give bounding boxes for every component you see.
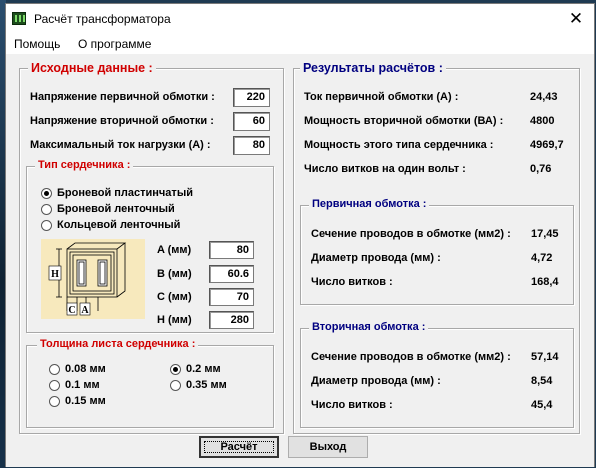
primary-voltage-input[interactable]: 220 (233, 88, 270, 107)
result-secondary-power-label: Мощность вторичной обмотки (ВА) : (304, 115, 504, 127)
sheet-0-1-radio[interactable] (49, 380, 60, 391)
core-ring-tape-radio[interactable] (41, 220, 52, 231)
sheet-0-35-label: 0.35 мм (186, 379, 227, 391)
results-group: Результаты расчётов : Ток первичной обмо… (293, 61, 580, 434)
results-group-title: Результаты расчётов : (300, 61, 446, 75)
core-type-title: Тип сердечника : (35, 159, 134, 171)
sheet-0-2-radio[interactable] (170, 364, 181, 375)
core-diagram-drawing: H C A (48, 242, 127, 316)
core-diagram: H C A (41, 239, 145, 319)
close-icon[interactable]: ✕ (566, 9, 586, 29)
dim-b-label: B (мм) (157, 268, 192, 280)
calculate-button[interactable]: Расчёт (199, 436, 279, 458)
diagram-label-c: C (68, 305, 75, 316)
core-armored-plate-label: Броневой пластинчатый (57, 187, 193, 199)
primary-wire-diameter-value: 4,72 (531, 252, 553, 264)
secondary-wire-section-value: 57,14 (531, 351, 559, 363)
primary-voltage-label: Напряжение первичной обмотки : (30, 91, 215, 103)
secondary-voltage-label: Напряжение вторичной обмотки : (30, 115, 214, 127)
primary-turns-value: 168,4 (531, 276, 559, 288)
result-core-power-label: Мощность этого типа сердечника : (304, 139, 494, 151)
app-icon (12, 12, 26, 25)
secondary-winding-group: Вторичная обмотка : Сечение проводов в о… (300, 321, 574, 428)
result-secondary-power-value: 4800 (530, 115, 555, 127)
core-ring-tape-label: Кольцевой ленточный (57, 219, 181, 231)
menu-bar: Помощь О программе (6, 34, 594, 54)
dim-h-input[interactable]: 280 (209, 311, 254, 329)
sheet-thickness-group: Толщина листа сердечника : 0.08 мм 0.1 м… (26, 338, 274, 428)
secondary-wire-diameter-label: Диаметр провода (мм) : (311, 375, 441, 387)
max-current-input[interactable]: 80 (233, 136, 270, 155)
menu-help[interactable]: Помощь (14, 37, 60, 51)
sheet-0-2-label: 0.2 мм (186, 363, 221, 375)
sheet-0-15-radio[interactable] (49, 396, 60, 407)
exit-button-label: Выход (309, 441, 347, 453)
primary-turns-label: Число витков : (311, 276, 393, 288)
secondary-turns-label: Число витков : (311, 399, 393, 411)
primary-winding-group: Первичная обмотка : Сечение проводов в о… (300, 198, 574, 305)
core-armored-tape-label: Броневой ленточный (57, 203, 175, 215)
dim-a-label: A (мм) (157, 244, 192, 256)
dim-a-input[interactable]: 80 (209, 241, 254, 259)
sheet-thickness-title: Толщина листа сердечника : (37, 338, 199, 350)
dim-c-label: C (мм) (157, 291, 192, 303)
secondary-wire-diameter-value: 8,54 (531, 375, 553, 387)
primary-winding-title: Первичная обмотка : (309, 198, 430, 210)
input-group-title: Исходные данные : (28, 61, 156, 75)
window-title: Расчёт трансформатора (34, 12, 171, 26)
app-window: Расчёт трансформатора ✕ Помощь О програм… (5, 3, 595, 467)
diagram-label-h: H (51, 269, 59, 280)
dim-b-input[interactable]: 60.6 (209, 265, 254, 283)
result-primary-current-value: 24,43 (530, 91, 558, 103)
primary-wire-diameter-label: Диаметр провода (мм) : (311, 252, 441, 264)
secondary-winding-title: Вторичная обмотка : (309, 321, 429, 333)
core-armored-tape-radio[interactable] (41, 204, 52, 215)
diagram-label-a: A (81, 305, 89, 316)
sheet-0-15-label: 0.15 мм (65, 395, 106, 407)
secondary-voltage-input[interactable]: 60 (233, 112, 270, 131)
max-current-label: Максимальный ток нагрузки (А) : (30, 139, 211, 151)
menu-about[interactable]: О программе (78, 37, 151, 51)
secondary-turns-value: 45,4 (531, 399, 553, 411)
core-type-group: Тип сердечника : Броневой пластинчатый Б… (26, 159, 274, 333)
sheet-0-08-radio[interactable] (49, 364, 60, 375)
primary-wire-section-label: Сечение проводов в обмотке (мм2) : (311, 228, 511, 240)
result-turns-per-volt-label: Число витков на один вольт : (304, 163, 466, 175)
secondary-wire-section-label: Сечение проводов в обмотке (мм2) : (311, 351, 511, 363)
title-bar[interactable]: Расчёт трансформатора ✕ (6, 4, 594, 34)
primary-wire-section-value: 17,45 (531, 228, 559, 240)
core-armored-plate-radio[interactable] (41, 188, 52, 199)
client-area: Исходные данные : Напряжение первичной о… (6, 54, 594, 467)
dim-h-label: H (мм) (157, 314, 192, 326)
result-primary-current-label: Ток первичной обмотки (А) : (304, 91, 459, 103)
sheet-0-35-radio[interactable] (170, 380, 181, 391)
dim-c-input[interactable]: 70 (209, 288, 254, 306)
result-core-power-value: 4969,7 (530, 139, 564, 151)
sheet-0-1-label: 0.1 мм (65, 379, 100, 391)
sheet-0-08-label: 0.08 мм (65, 363, 106, 375)
input-group: Исходные данные : Напряжение первичной о… (19, 61, 284, 434)
result-turns-per-volt-value: 0,76 (530, 163, 552, 175)
exit-button[interactable]: Выход (288, 436, 368, 458)
focus-rect (204, 441, 274, 453)
